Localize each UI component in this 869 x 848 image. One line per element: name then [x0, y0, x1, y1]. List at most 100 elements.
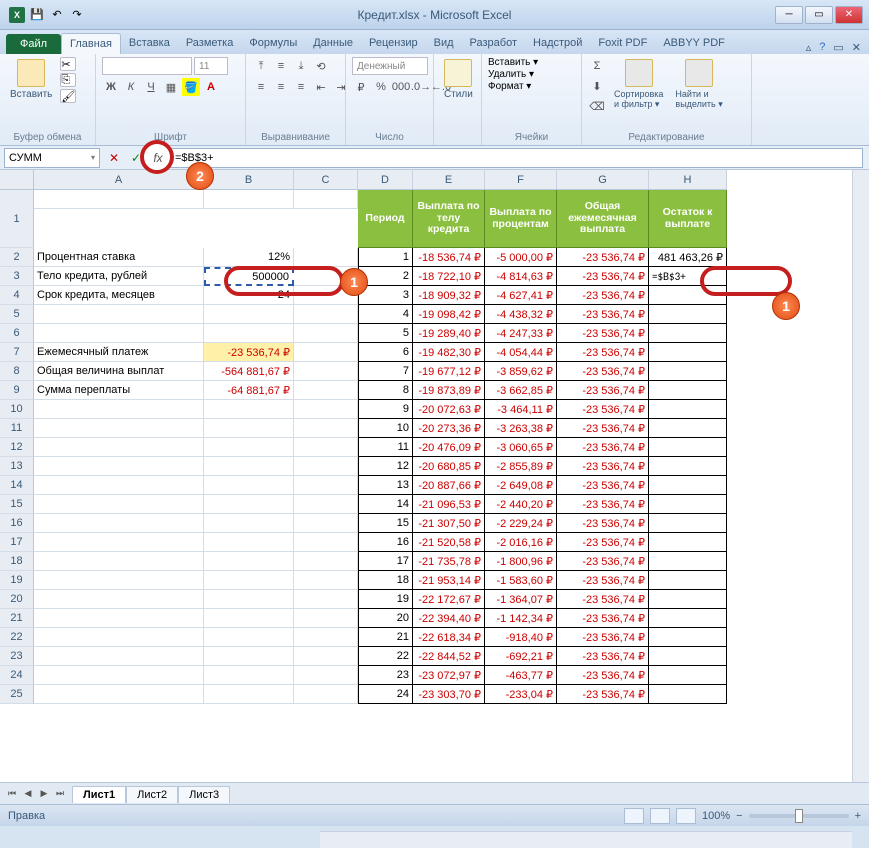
cell-a1[interactable]: [34, 190, 204, 209]
cell-c9[interactable]: [294, 381, 358, 400]
cell-f23[interactable]: -692,21 ₽: [485, 647, 557, 666]
cell-h8[interactable]: [649, 362, 727, 381]
cell-a14[interactable]: [34, 476, 204, 495]
align-bottom-icon[interactable]: ⤓: [292, 57, 310, 75]
col-header-C[interactable]: C: [294, 170, 358, 190]
cell-b24[interactable]: [204, 666, 294, 685]
row-header-11[interactable]: 11: [0, 419, 34, 438]
row-header-7[interactable]: 7: [0, 343, 34, 362]
cell-h19[interactable]: [649, 571, 727, 590]
cell-g20[interactable]: -23 536,74 ₽: [557, 590, 649, 609]
cell-f25[interactable]: -233,04 ₽: [485, 685, 557, 704]
cell-a3[interactable]: Тело кредита, рублей: [34, 267, 204, 286]
cell-a23[interactable]: [34, 647, 204, 666]
ribbon-tab-foxit pdf[interactable]: Foxit PDF: [590, 33, 655, 54]
cell-f16[interactable]: -2 229,24 ₽: [485, 514, 557, 533]
cell-b25[interactable]: [204, 685, 294, 704]
window-restore-icon[interactable]: ▭: [833, 41, 843, 54]
zoom-out-icon[interactable]: −: [736, 810, 742, 822]
insert-function-icon[interactable]: fx: [148, 148, 168, 168]
row-header-12[interactable]: 12: [0, 438, 34, 457]
window-close-icon[interactable]: ✕: [852, 41, 861, 54]
italic-icon[interactable]: К: [122, 78, 140, 96]
cell-d21[interactable]: 20: [358, 609, 413, 628]
cell-b3[interactable]: 500000: [204, 267, 294, 286]
cell-e10[interactable]: -20 072,63 ₽: [413, 400, 485, 419]
cell-c19[interactable]: [294, 571, 358, 590]
cell-h14[interactable]: [649, 476, 727, 495]
fill-icon[interactable]: ⬇: [588, 77, 606, 95]
cell-g8[interactable]: -23 536,74 ₽: [557, 362, 649, 381]
cell-e11[interactable]: -20 273,36 ₽: [413, 419, 485, 438]
cell-h2[interactable]: 481 463,26 ₽: [649, 248, 727, 267]
header-interest[interactable]: Выплата по процентам: [485, 190, 557, 248]
cell-g10[interactable]: -23 536,74 ₽: [557, 400, 649, 419]
close-button[interactable]: ✕: [835, 6, 863, 24]
cell-f2[interactable]: -5 000,00 ₽: [485, 248, 557, 267]
cell-f11[interactable]: -3 263,38 ₽: [485, 419, 557, 438]
cell-c13[interactable]: [294, 457, 358, 476]
cell-h7[interactable]: [649, 343, 727, 362]
cell-g5[interactable]: -23 536,74 ₽: [557, 305, 649, 324]
cell-f14[interactable]: -2 649,08 ₽: [485, 476, 557, 495]
bold-icon[interactable]: Ж: [102, 78, 120, 96]
cell-e5[interactable]: -19 098,42 ₽: [413, 305, 485, 324]
percent-icon[interactable]: %: [372, 78, 390, 96]
cell-c23[interactable]: [294, 647, 358, 666]
align-left-icon[interactable]: ≡: [252, 78, 270, 96]
row-header-22[interactable]: 22: [0, 628, 34, 647]
cancel-formula-icon[interactable]: ✕: [104, 148, 124, 168]
cell-g4[interactable]: -23 536,74 ₽: [557, 286, 649, 305]
cell-e9[interactable]: -19 873,89 ₽: [413, 381, 485, 400]
cell-g13[interactable]: -23 536,74 ₽: [557, 457, 649, 476]
cell-e12[interactable]: -20 476,09 ₽: [413, 438, 485, 457]
cell-c14[interactable]: [294, 476, 358, 495]
cell-c20[interactable]: [294, 590, 358, 609]
cell-d4[interactable]: 3: [358, 286, 413, 305]
cell-f15[interactable]: -2 440,20 ₽: [485, 495, 557, 514]
row-header-20[interactable]: 20: [0, 590, 34, 609]
ribbon-tab-рецензир[interactable]: Рецензир: [361, 33, 426, 54]
cell-e16[interactable]: -21 307,50 ₽: [413, 514, 485, 533]
cell-b8[interactable]: -564 881,67 ₽: [204, 362, 294, 381]
cell-b20[interactable]: [204, 590, 294, 609]
row-header-23[interactable]: 23: [0, 647, 34, 666]
autosum-icon[interactable]: Σ: [588, 57, 606, 75]
cell-g21[interactable]: -23 536,74 ₽: [557, 609, 649, 628]
cell-e3[interactable]: -18 722,10 ₽: [413, 267, 485, 286]
cell-d20[interactable]: 19: [358, 590, 413, 609]
cell-e25[interactable]: -23 303,70 ₽: [413, 685, 485, 704]
cell-h15[interactable]: [649, 495, 727, 514]
cell-d8[interactable]: 7: [358, 362, 413, 381]
cell-d13[interactable]: 12: [358, 457, 413, 476]
cell-a4[interactable]: Срок кредита, месяцев: [34, 286, 204, 305]
cell-d16[interactable]: 15: [358, 514, 413, 533]
cell-d5[interactable]: 4: [358, 305, 413, 324]
cell-a19[interactable]: [34, 571, 204, 590]
header-body[interactable]: Выплата по телу кредита: [413, 190, 485, 248]
cell-f5[interactable]: -4 438,32 ₽: [485, 305, 557, 324]
cell-h9[interactable]: [649, 381, 727, 400]
cell-c21[interactable]: [294, 609, 358, 628]
worksheet-grid[interactable]: ABCDEFGH 1ПериодВыплата по телу кредитаВ…: [0, 170, 869, 782]
cell-g16[interactable]: -23 536,74 ₽: [557, 514, 649, 533]
clear-icon[interactable]: ⌫: [588, 97, 606, 115]
zoom-in-icon[interactable]: +: [855, 810, 861, 822]
cell-c11[interactable]: [294, 419, 358, 438]
col-header-H[interactable]: H: [649, 170, 727, 190]
font-color-icon[interactable]: A: [202, 78, 220, 96]
row-header-4[interactable]: 4: [0, 286, 34, 305]
cell-h24[interactable]: [649, 666, 727, 685]
row-header-2[interactable]: 2: [0, 248, 34, 267]
cell-a9[interactable]: Сумма переплаты: [34, 381, 204, 400]
sheet-nav-last-icon[interactable]: ⏭: [52, 786, 68, 802]
cell-e14[interactable]: -20 887,66 ₽: [413, 476, 485, 495]
cell-b14[interactable]: [204, 476, 294, 495]
ribbon-tab-abbyy pdf[interactable]: ABBYY PDF: [655, 33, 733, 54]
paste-button[interactable]: Вставить: [6, 57, 56, 102]
cell-a10[interactable]: [34, 400, 204, 419]
row-header-5[interactable]: 5: [0, 305, 34, 324]
header-balance[interactable]: Остаток к выплате: [649, 190, 727, 248]
orientation-icon[interactable]: ⟲: [312, 57, 330, 75]
cell-b13[interactable]: [204, 457, 294, 476]
